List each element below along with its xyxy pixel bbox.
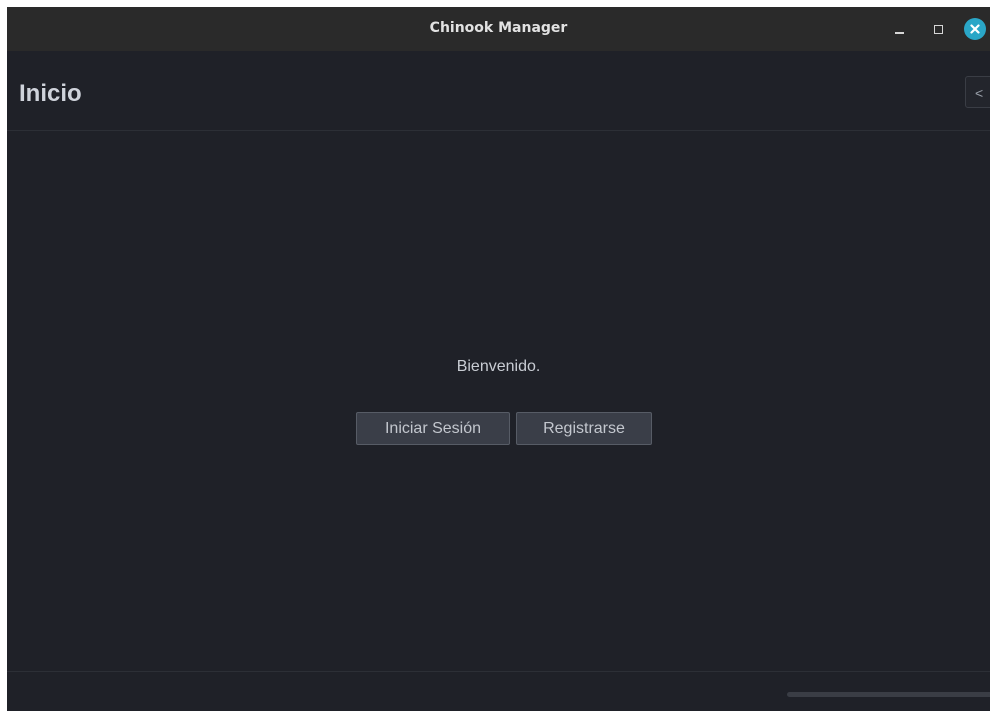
close-button[interactable] <box>964 18 986 40</box>
welcome-message: Bienvenido. <box>456 358 541 375</box>
horizontal-scrollbar[interactable] <box>787 692 990 697</box>
register-button[interactable]: Registrarse <box>516 412 652 445</box>
window-title: Chinook Manager <box>429 20 568 36</box>
collapse-button[interactable]: < <box>965 76 990 108</box>
page-title: Inicio <box>19 80 82 107</box>
title-bar[interactable]: Chinook Manager <box>7 7 990 51</box>
login-button[interactable]: Iniciar Sesión <box>356 412 510 445</box>
maximize-button[interactable] <box>928 19 948 39</box>
app-window: Chinook Manager Inicio < Bienvenido. Ini… <box>7 7 990 711</box>
close-icon <box>970 24 980 34</box>
footer-bar <box>7 671 990 711</box>
maximize-icon <box>933 24 943 34</box>
minimize-icon <box>894 32 904 34</box>
minimize-button[interactable] <box>889 19 909 39</box>
page-header: Inicio < <box>7 51 990 131</box>
